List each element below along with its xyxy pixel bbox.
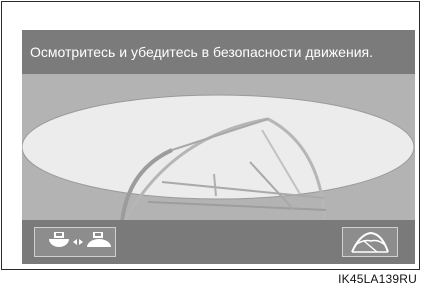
guideline-toggle-button[interactable] [342, 227, 398, 257]
view-ellipse [22, 94, 415, 200]
camera-view-switch-icon [49, 232, 111, 247]
camera-display: Осмотритесь и убедитесь в безопасности д… [22, 30, 415, 264]
figure-caption: IK45LA139RU [338, 272, 417, 286]
guideline-toggle-icon [351, 231, 389, 253]
camera-view [22, 94, 415, 220]
warning-message: Осмотритесь и убедитесь в безопасности д… [22, 30, 415, 74]
view-mode-button[interactable] [34, 227, 116, 257]
control-bar [22, 220, 415, 264]
figure-frame: Осмотритесь и убедитесь в безопасности д… [1, 1, 420, 270]
guide-line-lower [147, 201, 327, 211]
